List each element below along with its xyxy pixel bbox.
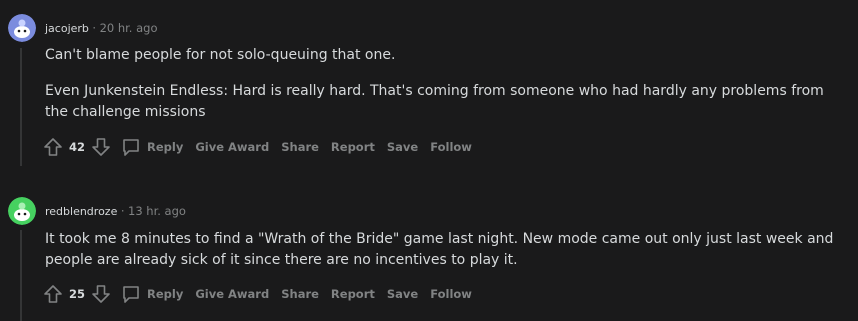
timestamp[interactable]: 20 hr. ago [100,21,158,35]
reply-label: Reply [147,287,184,301]
comment-body: Can't blame people for not solo-queuing … [45,45,845,123]
share-button[interactable]: Share [281,287,319,301]
vote-score: 42 [69,140,86,154]
follow-button[interactable]: Follow [430,140,472,154]
comment-paragraph: Can't blame people for not solo-queuing … [45,47,396,63]
thread-line[interactable] [20,48,22,166]
comment-paragraph: It took me 8 minutes to find a "Wrath of… [45,231,834,268]
upvote-icon[interactable] [43,137,63,157]
report-button[interactable]: Report [331,287,375,301]
downvote-icon[interactable] [91,137,111,157]
reply-label: Reply [147,140,184,154]
give-award-button[interactable]: Give Award [195,287,269,301]
comment-bubble-icon [121,284,141,304]
avatar[interactable] [8,197,36,225]
downvote-icon[interactable] [91,284,111,304]
comment-2: redblendroze · 13 hr. ago It took me 8 m… [0,190,858,321]
avatar[interactable] [8,14,36,42]
comment-body: It took me 8 minutes to find a "Wrath of… [45,229,845,271]
give-award-button[interactable]: Give Award [195,140,269,154]
comment-paragraph: Even Junkenstein Endless: Hard is really… [45,83,824,120]
upvote-icon[interactable] [43,284,63,304]
follow-button[interactable]: Follow [430,287,472,301]
reply-button[interactable]: Reply [121,137,183,157]
comment-1: jacojerb · 20 hr. ago Can't blame people… [0,0,858,170]
username[interactable]: jacojerb [45,22,89,35]
report-button[interactable]: Report [331,140,375,154]
thread-line[interactable] [20,230,22,321]
reply-button[interactable]: Reply [121,284,183,304]
save-button[interactable]: Save [387,287,418,301]
comment-meta: redblendroze · 13 hr. ago [45,204,186,219]
comment-bubble-icon [121,137,141,157]
timestamp[interactable]: 13 hr. ago [128,204,186,218]
separator-dot: · [92,21,97,35]
share-button[interactable]: Share [281,140,319,154]
comment-actions: 25 Reply Give Award Share Report Save Fo… [43,282,484,306]
separator-dot: · [120,204,125,218]
username[interactable]: redblendroze [45,205,117,218]
comment-meta: jacojerb · 20 hr. ago [45,21,158,36]
comment-actions: 42 Reply Give Award Share Report Save Fo… [43,135,484,159]
vote-score: 25 [69,287,86,301]
save-button[interactable]: Save [387,140,418,154]
